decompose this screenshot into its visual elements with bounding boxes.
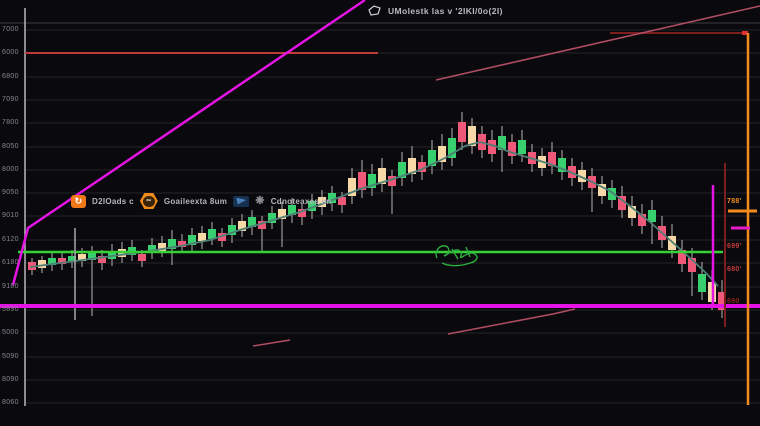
price-label: 788' [727, 198, 742, 206]
coin-badge-icon[interactable]: ∾ [140, 193, 158, 209]
btc-refresh-icon[interactable]: ↻ [71, 195, 86, 208]
y-axis-label: 8060 [2, 399, 19, 407]
candle-body [38, 260, 46, 268]
y-axis-label: 7090 [2, 96, 19, 104]
y-axis-label: 6800 [2, 73, 19, 81]
candlestick-chart-canvas[interactable] [0, 0, 760, 426]
y-axis-label: 7800 [2, 119, 19, 127]
y-axis-label: 8050 [2, 143, 19, 151]
chart-title-bar[interactable]: UMolestk las v '2IKI/0o(2I) [368, 5, 503, 17]
gear-icon[interactable]: ❋ [255, 196, 265, 207]
moving-average-line [30, 142, 718, 286]
symbol-legend[interactable]: ↻ D2IOads c ∾ Goaileexta 8um ❋ Cdnoteaxe… [71, 193, 332, 209]
y-axis-label: 7000 [2, 26, 19, 34]
y-axis-label: 9180 [2, 283, 19, 291]
candle-body [518, 140, 526, 154]
crimson-diagonal-top [436, 6, 760, 80]
y-axis-label: 8000 [2, 166, 19, 174]
y-axis-label: 5000 [2, 329, 19, 337]
price-label: 699' [727, 243, 742, 251]
crimson-segment-b [448, 309, 575, 334]
price-label: 690 [727, 298, 740, 306]
y-axis-label: 8090 [2, 376, 19, 384]
polygon-draw-icon [368, 5, 382, 17]
flag-icon[interactable] [233, 196, 249, 207]
y-axis-label: 9050 [2, 189, 19, 197]
y-axis-label: 5890 [2, 306, 19, 314]
y-axis-label: 9010 [2, 212, 19, 220]
y-axis-label: 6000 [2, 49, 19, 57]
trading-chart-screen: 7000 6000 6800 7090 7800 8050 8000 9050 9010 6120… [0, 0, 760, 426]
y-axis-label: 6120 [2, 236, 19, 244]
exchange-label: Goaileexta 8um [164, 197, 227, 206]
chart-title-text: UMolestk las v '2IKI/0o(2I) [388, 6, 503, 16]
y-axis-label: 6180 [2, 259, 19, 267]
timeframe-label: Cdnoteaxes im [271, 197, 332, 206]
coin-badge-center: ∾ [143, 196, 155, 207]
candle-body [458, 122, 466, 142]
price-label: 680' [727, 266, 742, 274]
candle-body [488, 140, 496, 154]
crimson-segment-a [253, 340, 290, 346]
y-axis-label: 5090 [2, 353, 19, 361]
symbol-label: D2IOads c [92, 197, 134, 206]
candle-body [198, 233, 206, 241]
candle-body [648, 210, 656, 222]
candle-body [698, 274, 706, 292]
candle-body [138, 254, 146, 261]
